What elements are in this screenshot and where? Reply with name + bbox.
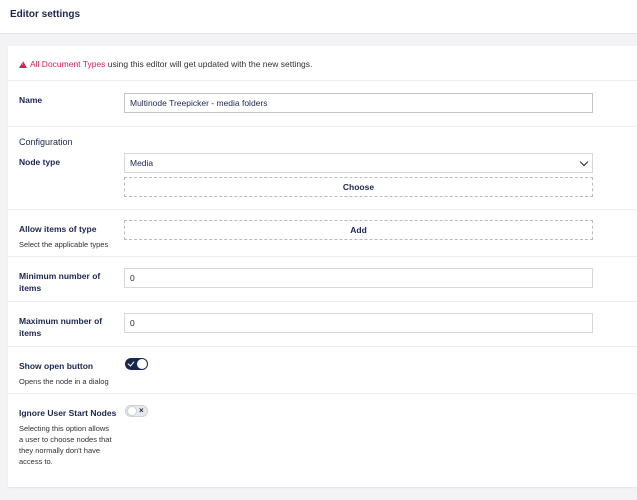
divider: [8, 209, 637, 210]
warning-message: All Document Types using this editor wil…: [19, 59, 312, 69]
check-icon: [127, 359, 135, 367]
choose-button[interactable]: Choose: [124, 177, 593, 197]
description-line: a user to choose nodes that: [19, 435, 112, 444]
add-button[interactable]: Add: [124, 220, 593, 240]
min-items-label: Minimum number of items: [19, 270, 100, 294]
configuration-title: Configuration: [19, 137, 73, 147]
divider: [8, 346, 637, 347]
show-open-label: Show open button: [19, 361, 94, 371]
description-line: they normally don't have: [19, 446, 101, 455]
min-items-label-line1: Minimum number of: [19, 271, 101, 281]
toggle-knob: [137, 359, 147, 369]
warning-text: using this editor will get updated with …: [105, 59, 313, 69]
close-icon: ×: [139, 406, 144, 415]
all-document-types-link[interactable]: All Document Types: [30, 59, 105, 69]
name-input[interactable]: Multinode Treepicker - media folders: [124, 93, 593, 113]
allow-items-description: Select the applicable types: [19, 240, 109, 249]
node-type-label: Node type: [19, 157, 61, 167]
min-items-label-line2: items: [19, 283, 42, 293]
ignore-start-nodes-toggle[interactable]: ×: [125, 405, 148, 417]
show-open-toggle[interactable]: [125, 358, 148, 370]
alert-triangle-icon: [19, 61, 27, 68]
toggle-knob: [127, 406, 137, 416]
settings-panel: All Document Types using this editor wil…: [8, 46, 637, 487]
minimum-items-input[interactable]: 0: [124, 268, 593, 288]
description-line: Selecting this option allows: [19, 424, 110, 433]
node-type-select[interactable]: Media: [124, 153, 593, 173]
editor-settings-header: Editor settings: [0, 0, 637, 34]
allow-items-label: Allow items of type: [19, 224, 97, 234]
max-items-label: Maximum number of items: [19, 315, 102, 339]
divider: [8, 301, 637, 302]
show-open-description: Opens the node in a dialog: [19, 377, 109, 386]
node-type-selected: Media: [130, 158, 154, 168]
maximum-items-input[interactable]: 0: [124, 313, 593, 333]
max-items-label-line1: Maximum number of: [19, 316, 103, 326]
divider: [8, 393, 637, 394]
max-items-label-line2: items: [19, 328, 42, 338]
ignore-start-nodes-label: Ignore User Start Nodes: [19, 408, 117, 418]
name-label: Name: [19, 95, 43, 105]
description-line: access to.: [19, 457, 53, 466]
chevron-down-icon: [579, 157, 589, 167]
page-title: Editor settings: [10, 9, 81, 20]
divider: [8, 256, 637, 257]
ignore-start-nodes-description: Selecting this option allows a user to c…: [19, 423, 112, 467]
divider: [8, 126, 637, 127]
divider: [8, 80, 637, 81]
